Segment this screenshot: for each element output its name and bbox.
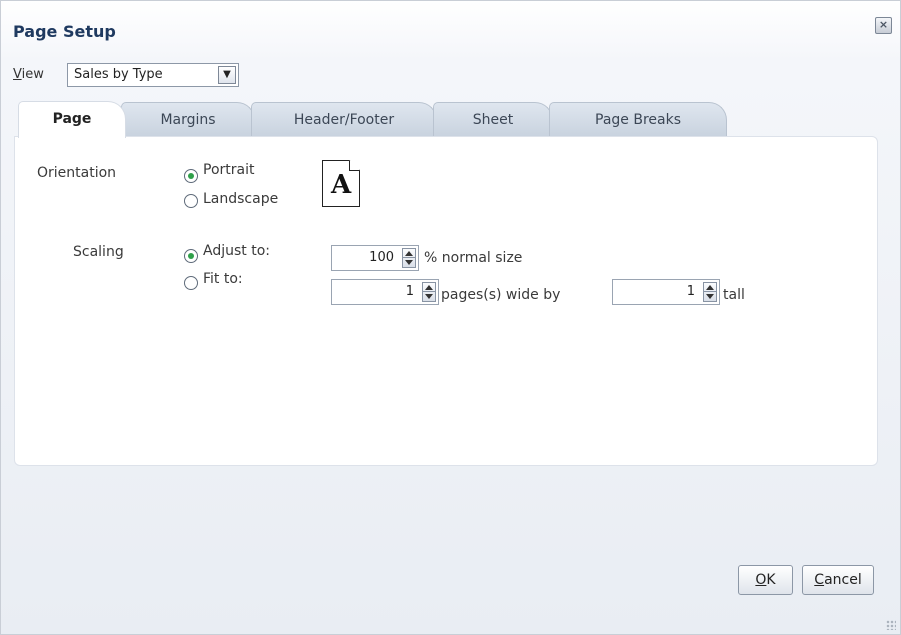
view-label: View <box>13 67 44 82</box>
ok-button[interactable]: OK <box>738 565 793 595</box>
view-label-rest: iew <box>21 67 44 82</box>
tab-panel-page: Orientation Portrait Landscape A Scaling… <box>14 136 878 466</box>
tab-sheet[interactable]: Sheet <box>433 102 553 136</box>
fit-wide-suffix: pages(s) wide by <box>441 287 561 303</box>
portrait-radio[interactable] <box>184 169 198 183</box>
tab-page-breaks[interactable]: Page Breaks <box>549 102 727 136</box>
cancel-button[interactable]: Cancel <box>802 565 874 595</box>
portrait-label[interactable]: Portrait <box>203 162 254 178</box>
page-setup-dialog: Page Setup × View Sales by Type ▼ Page M… <box>0 0 901 635</box>
spinner-icon[interactable] <box>703 282 717 302</box>
ok-mnemonic: O <box>755 572 767 588</box>
preview-letter: A <box>331 170 352 200</box>
fit-tall-stepper[interactable]: 1 <box>612 279 720 305</box>
dialog-title: Page Setup <box>13 22 116 41</box>
tab-page[interactable]: Page <box>18 101 126 138</box>
landscape-radio[interactable] <box>184 194 198 208</box>
scaling-label: Scaling <box>73 244 124 260</box>
adjust-to-stepper[interactable]: 100 <box>331 245 419 271</box>
fit-to-label[interactable]: Fit to: <box>203 271 243 287</box>
adjust-to-label[interactable]: Adjust to: <box>203 243 270 259</box>
fit-wide-stepper[interactable]: 1 <box>331 279 439 305</box>
tab-margins[interactable]: Margins <box>121 102 255 136</box>
tab-header-footer[interactable]: Header/Footer <box>251 102 437 136</box>
fit-tall-value: 1 <box>686 284 695 299</box>
cancel-rest: ancel <box>824 572 862 588</box>
spinner-icon[interactable] <box>422 282 436 302</box>
view-select[interactable]: Sales by Type ▼ <box>67 63 239 87</box>
view-select-value: Sales by Type <box>74 67 163 82</box>
fit-to-radio[interactable] <box>184 276 198 290</box>
close-icon[interactable]: × <box>875 17 892 34</box>
spinner-icon[interactable] <box>402 248 416 268</box>
resize-grip-icon[interactable] <box>886 620 896 630</box>
view-label-mnemonic: V <box>13 67 22 82</box>
ok-rest: K <box>766 572 776 588</box>
adjust-to-suffix: % normal size <box>424 250 523 266</box>
landscape-label[interactable]: Landscape <box>203 191 278 207</box>
adjust-to-value: 100 <box>369 250 394 265</box>
orientation-preview-icon: A <box>322 160 360 207</box>
adjust-to-radio[interactable] <box>184 249 198 263</box>
orientation-label: Orientation <box>37 165 117 181</box>
fit-wide-value: 1 <box>405 284 414 299</box>
cancel-mnemonic: C <box>814 572 825 588</box>
fit-tall-suffix: tall <box>723 287 745 303</box>
chevron-down-icon[interactable]: ▼ <box>218 66 236 84</box>
